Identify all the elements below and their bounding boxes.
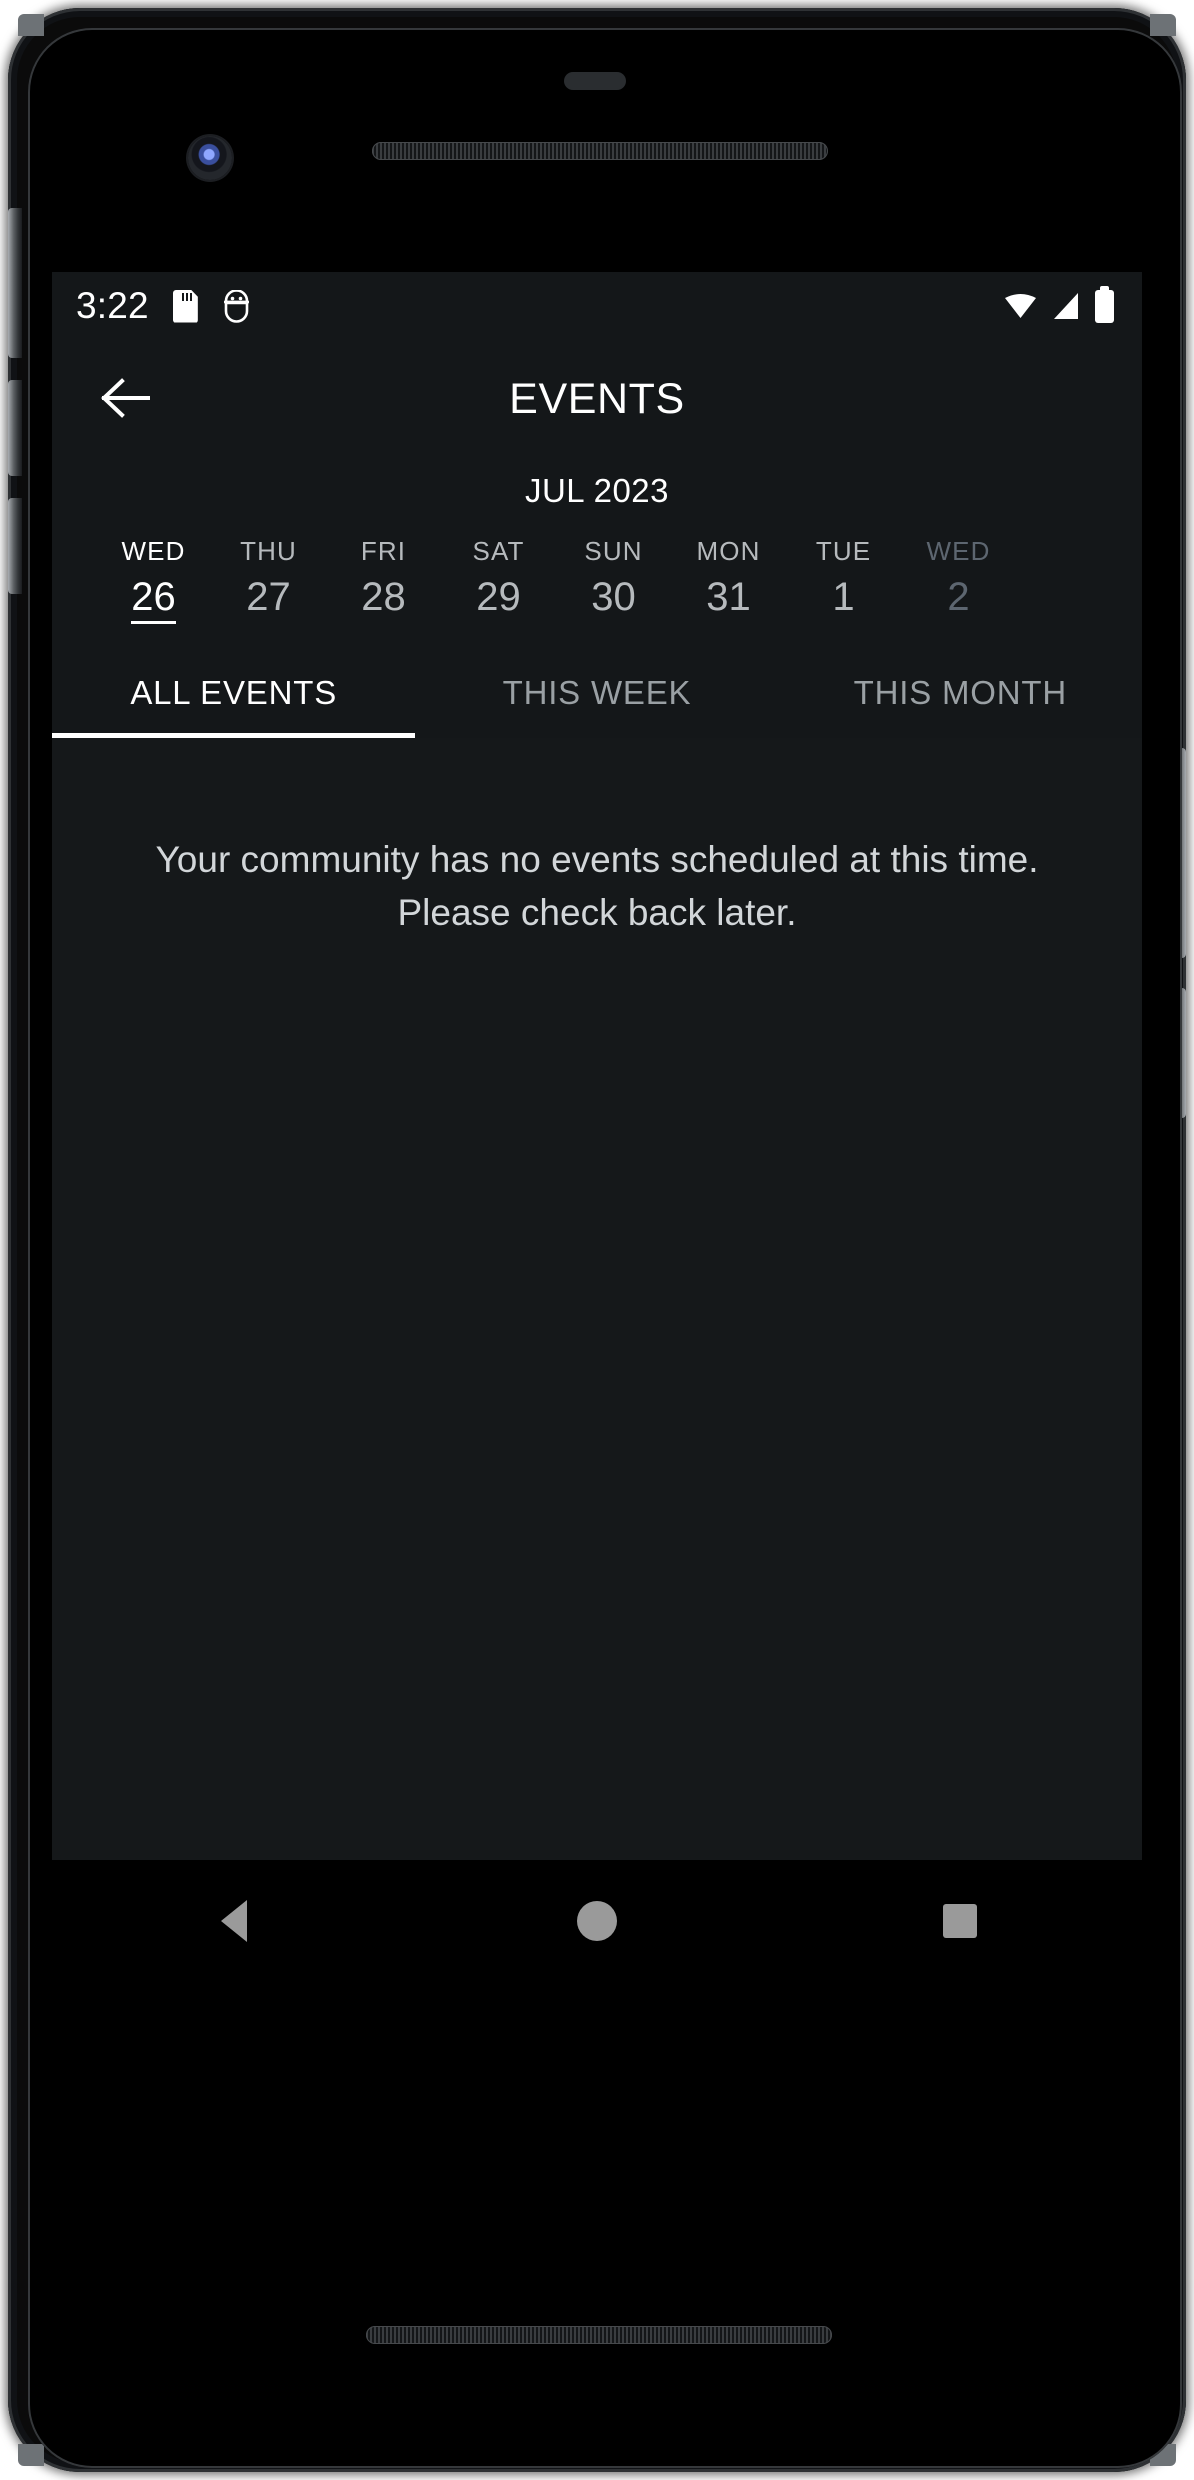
volume-up-button[interactable] <box>8 380 22 476</box>
status-bar-right <box>1004 285 1114 323</box>
frame-corner-nub <box>18 14 44 36</box>
tab-bar: ALL EVENTS THIS WEEK THIS MONTH <box>52 652 1142 738</box>
status-bar: 3:22 <box>52 272 1142 340</box>
nav-back-button[interactable] <box>174 1861 294 1981</box>
status-bar-left: 3:22 <box>76 285 251 327</box>
date-cell-weekday: WED <box>121 536 186 566</box>
nav-back-icon <box>220 1900 247 1942</box>
tab-active-indicator <box>52 733 416 738</box>
date-cell-31[interactable]: MON 31 <box>671 536 786 623</box>
volume-down-button[interactable] <box>8 498 22 594</box>
battery-icon <box>1095 285 1114 323</box>
system-navigation-bar <box>52 1860 1142 1982</box>
date-cell-weekday: FRI <box>360 536 407 566</box>
date-cell-day-number: 27 <box>246 575 291 619</box>
date-cell-30[interactable]: SUN 30 <box>556 536 671 623</box>
date-cell-weekday: SAT <box>472 536 525 566</box>
front-camera-icon <box>188 136 232 180</box>
bottom-speaker-grille <box>366 2326 832 2344</box>
cellular-signal-icon <box>1051 292 1081 320</box>
date-cell-day-number: 29 <box>476 575 521 619</box>
wifi-icon <box>1004 292 1037 320</box>
nav-recents-icon <box>943 1904 978 1938</box>
date-cell-day-number: 31 <box>706 575 751 619</box>
date-cell-weekday: WED <box>926 536 991 566</box>
date-cell-day-number: 26 <box>131 577 176 624</box>
earpiece-speaker-grille <box>372 142 828 160</box>
android-debug-icon <box>222 289 251 323</box>
tab-all-events[interactable]: ALL EVENTS <box>52 652 415 738</box>
date-cell-2[interactable]: WED 2 <box>901 536 1016 623</box>
tab-this-month[interactable]: THIS MONTH <box>779 652 1142 738</box>
date-cell-1[interactable]: TUE 1 <box>786 536 901 623</box>
tab-this-week[interactable]: THIS WEEK <box>415 652 778 738</box>
proximity-sensor <box>564 72 626 90</box>
date-cell-28[interactable]: FRI 28 <box>326 536 441 623</box>
events-content-area: Your community has no events scheduled a… <box>52 738 1142 1860</box>
date-cell-weekday: THU <box>240 536 297 566</box>
date-cell-day-number: 28 <box>361 575 406 619</box>
empty-state-message: Your community has no events scheduled a… <box>155 839 1039 933</box>
date-cell-weekday: SUN <box>584 536 643 566</box>
date-cell-weekday: MON <box>696 536 761 566</box>
nav-home-icon <box>576 1901 617 1941</box>
month-label: JUL 2023 <box>524 472 670 509</box>
date-cell-day-number: 2 <box>947 575 970 619</box>
date-cell-day-number: 30 <box>591 575 636 619</box>
calendar-strip: JUL 2023 WED 26 THU 27 FRI 28 SAT 29 SUN 30 MON 31 T… <box>52 458 1142 652</box>
phone-frame: 3:22 EVENTS JUL 2023 WED 26 THU 27 FRI 2… <box>0 0 1194 2480</box>
date-cell-weekday: TUE <box>815 536 872 566</box>
nav-recents-button[interactable] <box>900 1861 1020 1981</box>
date-cell-29[interactable]: SAT 29 <box>441 536 556 623</box>
nav-home-button[interactable] <box>537 1861 657 1981</box>
date-cell-day-number: 1 <box>832 575 855 619</box>
status-time: 3:22 <box>76 285 149 326</box>
page-title: EVENTS <box>509 374 685 423</box>
arrow-left-icon <box>100 377 152 422</box>
app-bar: EVENTS <box>52 340 1142 458</box>
date-cell-27[interactable]: THU 27 <box>211 536 326 623</box>
frame-corner-nub <box>18 2444 44 2466</box>
phone-screen: 3:22 EVENTS JUL 2023 WED 26 THU 27 FRI 2… <box>52 272 1142 2090</box>
date-selector-row[interactable]: WED 26 THU 27 FRI 28 SAT 29 SUN 30 MON 31 TUE 1 WED 2 <box>52 536 1142 652</box>
frame-corner-nub <box>1150 14 1176 36</box>
sdcard-icon <box>172 289 198 323</box>
date-cell-26[interactable]: WED 26 <box>96 536 211 624</box>
back-button[interactable] <box>74 347 178 451</box>
side-rail <box>8 208 22 358</box>
